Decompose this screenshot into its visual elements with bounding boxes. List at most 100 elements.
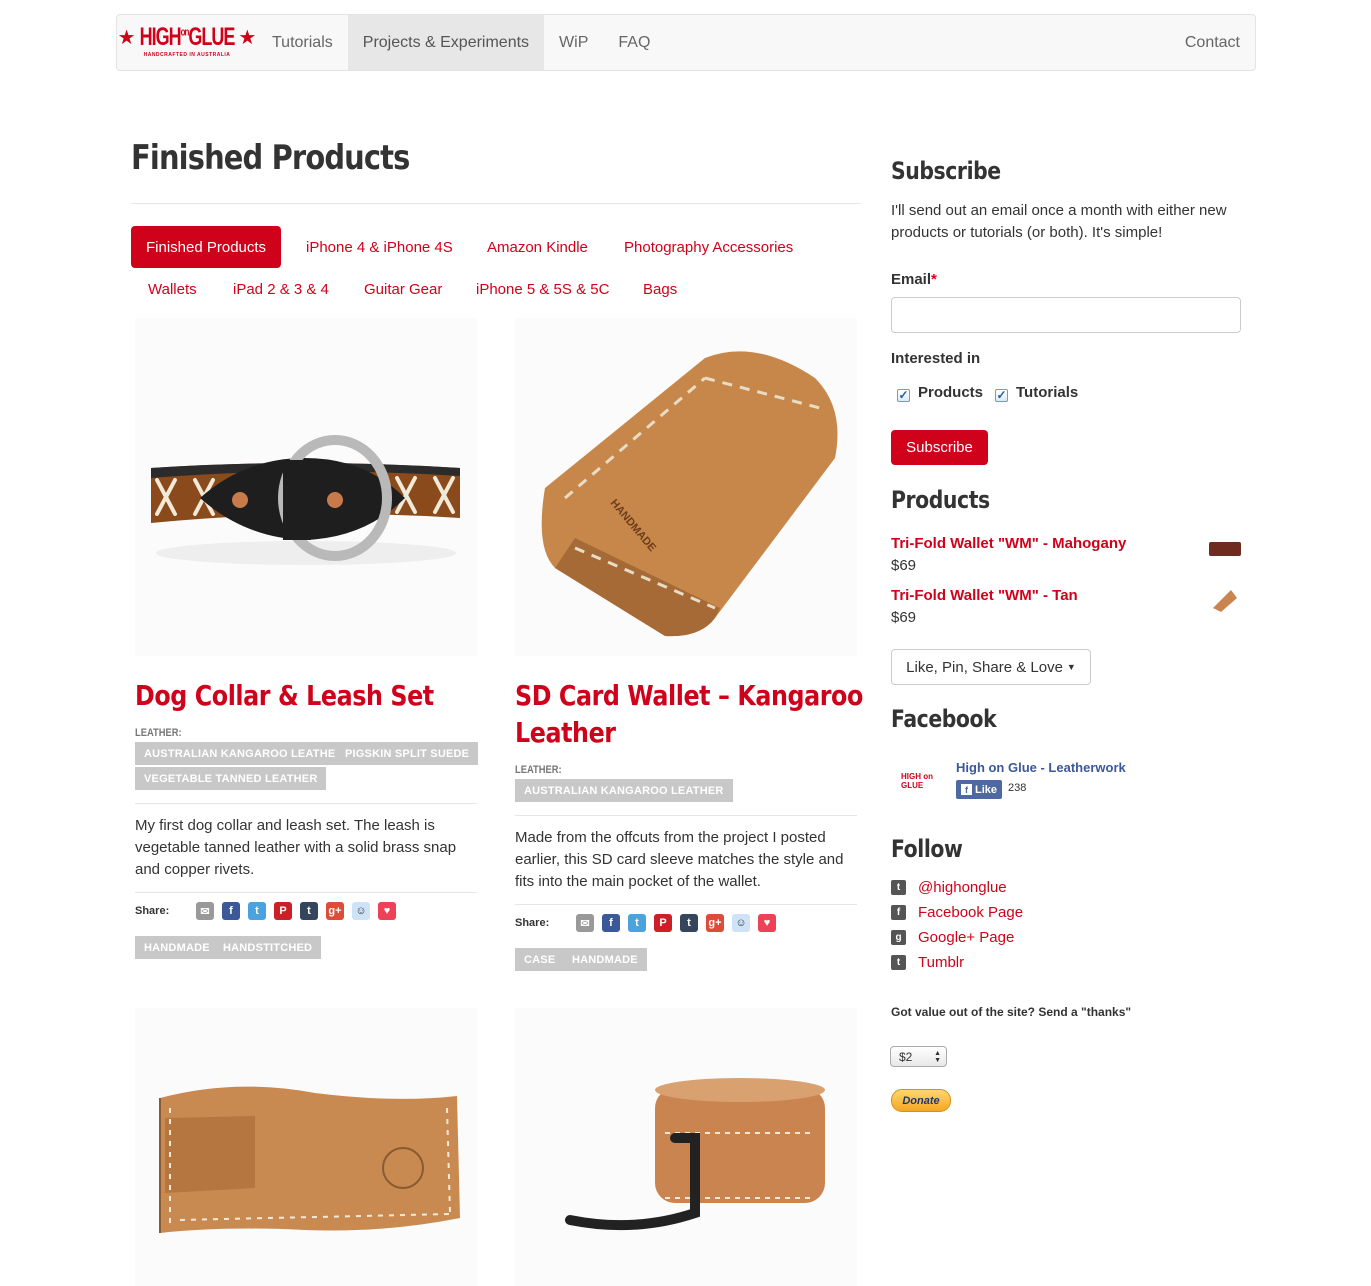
follow-link-facebook[interactable]: f Facebook Page [891, 904, 1023, 921]
products-checkbox[interactable]: ✓ [897, 389, 910, 402]
pinterest-icon[interactable]: P [274, 902, 292, 920]
facebook-page-name[interactable]: High on Glue - Leatherwork [956, 760, 1126, 775]
twitter-icon: t [891, 880, 906, 895]
divider [135, 803, 477, 804]
nav-contact[interactable]: Contact [1170, 15, 1255, 70]
subscribe-text: I'll send out an email once a month with… [891, 202, 1227, 241]
filter-bags[interactable]: Bags [628, 268, 692, 310]
pinterest-icon[interactable]: P [654, 914, 672, 932]
google-plus-icon: g [891, 930, 906, 945]
product-thumbnail[interactable] [1209, 542, 1241, 556]
divider [515, 815, 857, 816]
tumblr-icon: t [891, 955, 906, 970]
product-description: Made from the offcuts from the project I… [515, 829, 844, 890]
brand-logo[interactable]: ★ HIGHonGLUE ★ HANDCRAFTED IN AUSTRALIA [117, 15, 257, 70]
share-label: Share: [515, 917, 550, 929]
product-title-continued[interactable]: Leather [515, 714, 616, 751]
product-title[interactable]: SD Card Wallet – Kangaroo [515, 677, 863, 714]
filter-ipad[interactable]: iPad 2 & 3 & 4 [218, 268, 344, 310]
share-dropdown-button[interactable]: Like, Pin, Share & Love ▼ [891, 649, 1091, 685]
tumblr-icon[interactable]: t [300, 902, 318, 920]
facebook-icon: f [891, 905, 906, 920]
filter-photography-accessories[interactable]: Photography Accessories [609, 226, 808, 268]
caret-down-icon: ▼ [1066, 662, 1076, 672]
nav-projects-experiments[interactable]: Projects & Experiments [347, 15, 545, 70]
pocket-icon[interactable]: ♥ [378, 902, 396, 920]
share-dropdown-label: Like, Pin, Share & Love [906, 658, 1063, 676]
email-label: Email* [891, 271, 937, 288]
email-field[interactable] [891, 297, 1241, 333]
nav-tutorials[interactable]: Tutorials [257, 15, 348, 70]
follow-heading: Follow [891, 835, 963, 863]
donate-button[interactable]: Donate [891, 1089, 951, 1112]
tumblr-icon[interactable]: t [680, 914, 698, 932]
twitter-icon[interactable]: t [248, 902, 266, 920]
leather-tag[interactable]: AUSTRALIAN KANGAROO LEATHER [135, 742, 353, 765]
product-description: My first dog collar and leash set. The l… [135, 817, 457, 878]
products-option-label: Products [918, 384, 984, 401]
products-heading: Products [891, 486, 990, 514]
filter-guitar-gear[interactable]: Guitar Gear [349, 268, 457, 310]
google-plus-icon[interactable]: g+ [706, 914, 724, 932]
meta-label: LEATHER: [515, 764, 562, 776]
leather-tag[interactable]: PIGSKIN SPLIT SUEDE [336, 742, 479, 765]
filter-iphone-5[interactable]: iPhone 5 & 5S & 5C [461, 268, 624, 310]
product-image-wallet[interactable] [135, 1008, 477, 1286]
follow-link-google-plus[interactable]: g Google+ Page [891, 929, 1014, 946]
reddit-icon[interactable]: ☺ [732, 914, 750, 932]
leather-tag[interactable]: AUSTRALIAN KANGAROO LEATHER [515, 779, 733, 802]
facebook-icon[interactable]: f [602, 914, 620, 932]
subscribe-button[interactable]: Subscribe [891, 430, 988, 465]
leather-tag[interactable]: VEGETABLE TANNED LEATHER [135, 767, 327, 790]
product-image-sd-card-wallet[interactable]: HANDMADE [515, 318, 857, 656]
subscribe-heading: Subscribe [891, 157, 1001, 185]
divider [131, 203, 861, 204]
facebook-heading: Facebook [891, 705, 997, 733]
pocket-icon[interactable]: ♥ [758, 914, 776, 932]
divider [135, 892, 477, 893]
tutorials-checkbox[interactable]: ✓ [995, 389, 1008, 402]
meta-label: LEATHER: [135, 727, 182, 739]
filter-finished-products[interactable]: Finished Products [131, 226, 282, 268]
sidebar-product-price: $69 [891, 609, 917, 626]
sidebar-product-price: $69 [891, 557, 917, 574]
nav-faq[interactable]: FAQ [603, 15, 665, 70]
product-image-dog-collar[interactable] [135, 318, 477, 656]
product-tag[interactable]: HANDMADE [563, 948, 647, 971]
product-tag[interactable]: CASE [515, 948, 565, 971]
share-label: Share: [135, 905, 170, 917]
nav-wip[interactable]: WiP [544, 15, 603, 70]
product-thumbnail[interactable] [1211, 588, 1239, 614]
email-icon[interactable]: ✉ [196, 902, 214, 920]
star-icon: ★ [117, 26, 136, 49]
tutorials-option-label: Tutorials [1016, 384, 1079, 401]
interested-label: Interested in [891, 350, 981, 367]
divider [515, 904, 857, 905]
facebook-like-button[interactable]: f Like [956, 780, 1003, 799]
sidebar-product-link[interactable]: Tri-Fold Wallet "WM" - Tan [891, 587, 1078, 604]
follow-link-twitter[interactable]: t @highonglue [891, 879, 1007, 896]
facebook-page-logo[interactable]: HIGH on GLUE [901, 772, 949, 790]
page-title: Finished Products [131, 138, 410, 178]
facebook-icon: f [961, 784, 972, 795]
email-icon[interactable]: ✉ [576, 914, 594, 932]
star-icon: ★ [238, 26, 257, 49]
donate-text: Got value out of the site? Send a "thank… [891, 1005, 1132, 1019]
twitter-icon[interactable]: t [628, 914, 646, 932]
product-tag[interactable]: HANDMADE [135, 936, 219, 959]
facebook-like-count: 238 [1008, 782, 1027, 794]
google-plus-icon[interactable]: g+ [326, 902, 344, 920]
facebook-icon[interactable]: f [222, 902, 240, 920]
logo-text: HIGHonGLUE [139, 22, 236, 51]
filter-wallets[interactable]: Wallets [133, 268, 212, 310]
filter-iphone-4[interactable]: iPhone 4 & iPhone 4S [291, 226, 468, 268]
filter-amazon-kindle[interactable]: Amazon Kindle [472, 226, 603, 268]
sidebar-product-link[interactable]: Tri-Fold Wallet "WM" - Mahogany [891, 535, 1126, 552]
product-image-case[interactable] [515, 1008, 857, 1286]
donate-amount-select[interactable]: $2 ▲ ▼ [890, 1046, 947, 1067]
product-tag[interactable]: HANDSTITCHED [214, 936, 322, 959]
brand-tagline: HANDCRAFTED IN AUSTRALIA [143, 52, 231, 58]
product-title[interactable]: Dog Collar & Leash Set [135, 677, 434, 714]
follow-link-tumblr[interactable]: t Tumblr [891, 954, 964, 971]
reddit-icon[interactable]: ☺ [352, 902, 370, 920]
